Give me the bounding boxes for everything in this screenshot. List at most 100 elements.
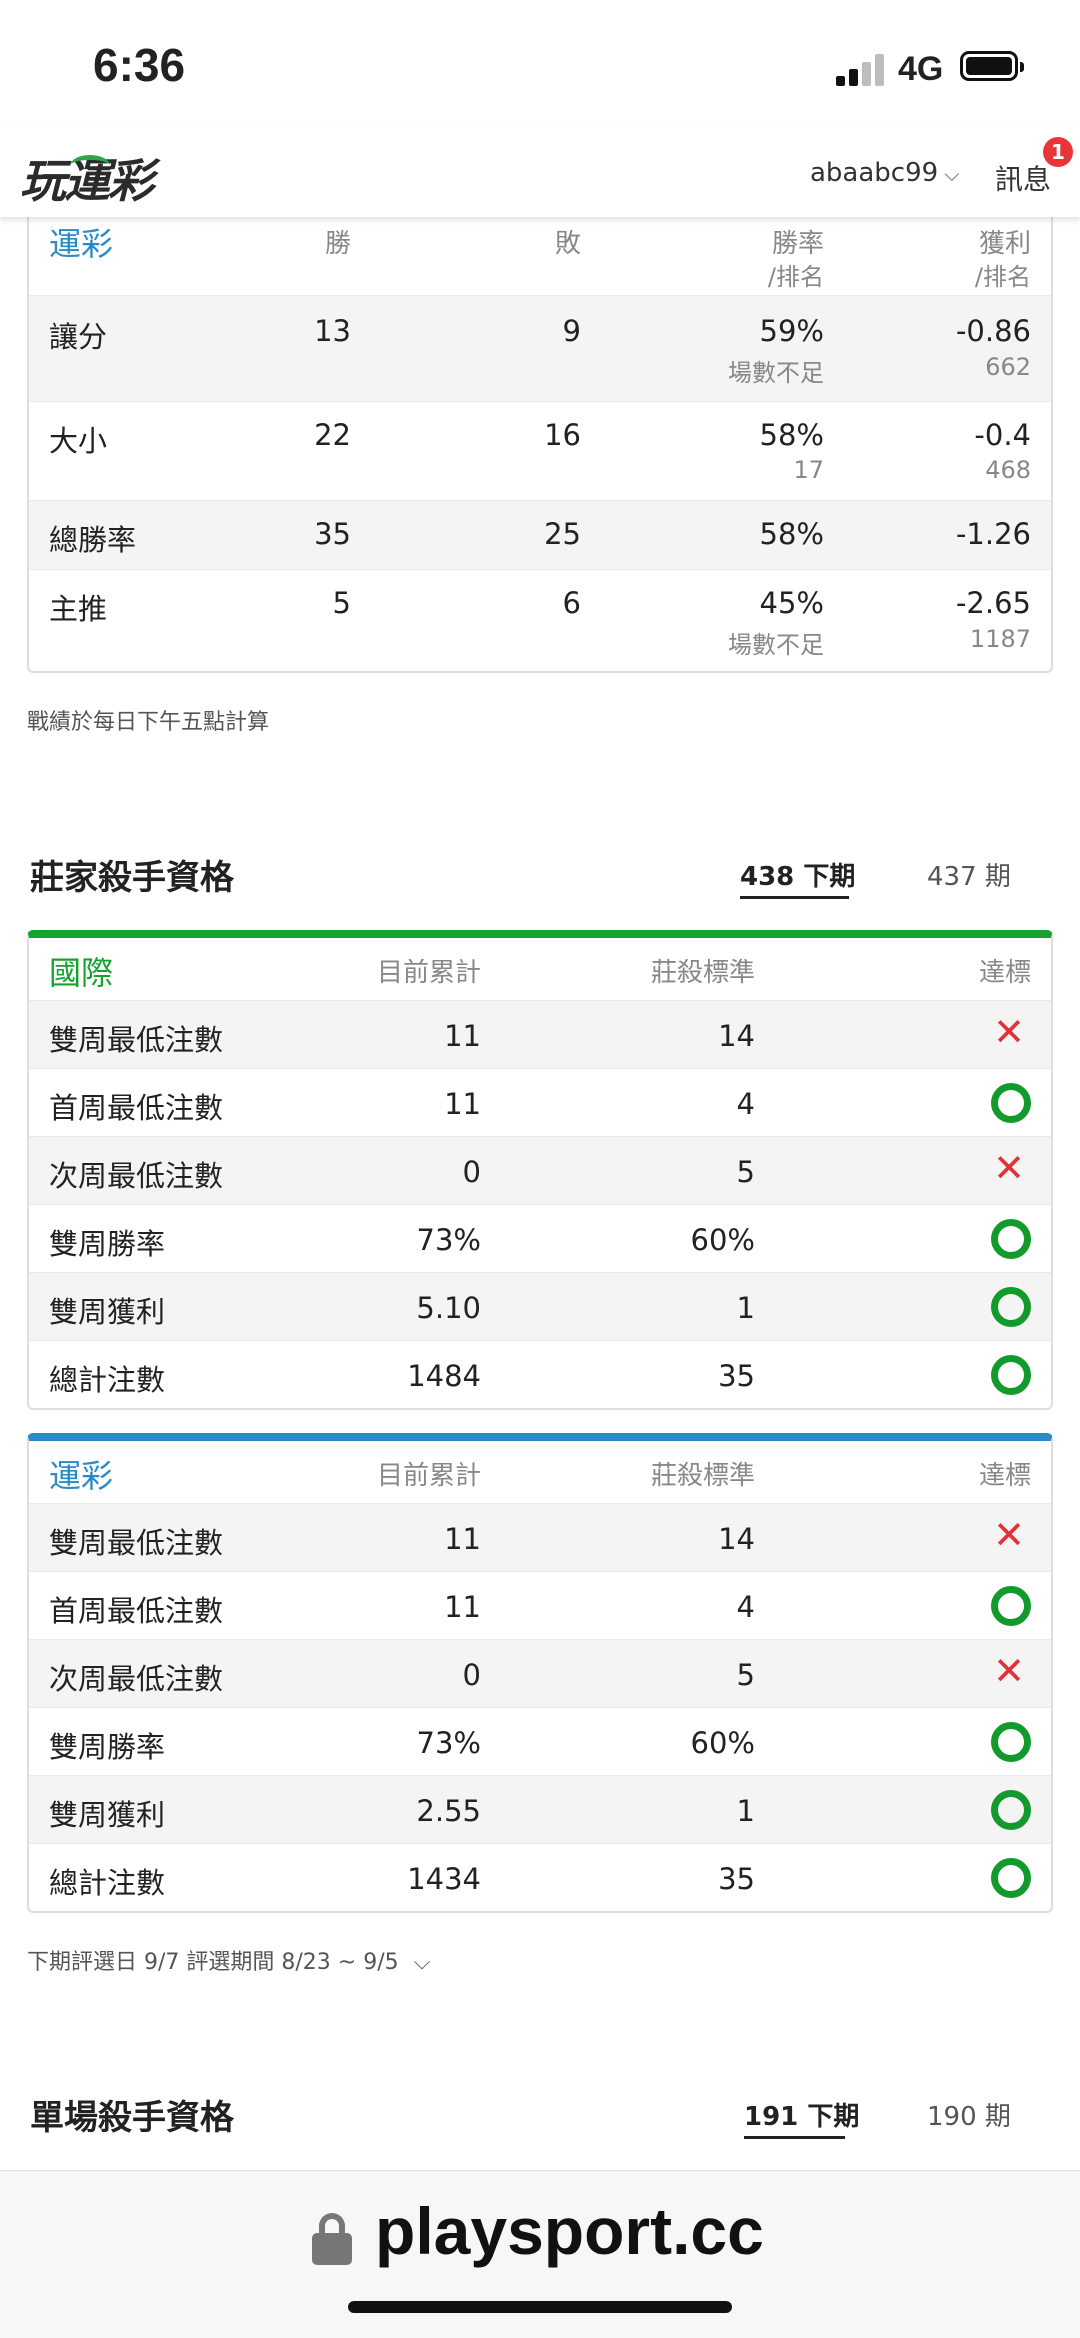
home-indicator[interactable] bbox=[348, 2301, 732, 2313]
current-value: 5.10 bbox=[416, 1291, 481, 1325]
row-label: 雙周勝率 bbox=[49, 1227, 166, 1261]
row-label: 次周最低注數 bbox=[49, 1159, 224, 1193]
fail-icon: ✕ bbox=[993, 1513, 1025, 1557]
pass-icon bbox=[991, 1355, 1031, 1402]
battery-icon bbox=[960, 51, 1024, 81]
table-row: 次周最低注數 0 5 ✕ bbox=[29, 1137, 1051, 1205]
user-menu[interactable]: abaabc99 ⌵ bbox=[810, 158, 959, 188]
banker-section-title: 莊家殺手資格 bbox=[30, 858, 234, 898]
url-text[interactable]: playsport.cc bbox=[375, 2193, 764, 2269]
standard-value: 4 bbox=[736, 1087, 755, 1121]
table-row: 首周最低注數 11 4 bbox=[29, 1069, 1051, 1137]
fail-icon: ✕ bbox=[993, 1649, 1025, 1693]
site-logo[interactable]: 玩運彩 bbox=[20, 145, 154, 208]
standard-value: 14 bbox=[718, 1522, 755, 1556]
table-row: 大小 22 16 58% 17 -0.4 468 bbox=[29, 402, 1051, 501]
row-label: 首周最低注數 bbox=[49, 1594, 224, 1628]
browser-url-bar[interactable]: playsport.cc bbox=[0, 2170, 1080, 2338]
standard-value: 60% bbox=[690, 1726, 755, 1760]
app-header: 玩運彩 abaabc99 ⌵ 訊息 1 bbox=[0, 125, 1080, 217]
table-row: 次周最低注數 0 5 ✕ bbox=[29, 1640, 1051, 1708]
win-value: 5 bbox=[332, 586, 351, 620]
standard-value: 35 bbox=[718, 1862, 755, 1896]
row-label: 主推 bbox=[49, 592, 108, 626]
qualify-table-header: 運彩 目前累計 莊殺標準 達標 bbox=[29, 1441, 1051, 1504]
table-row: 首周最低注數 11 4 bbox=[29, 1572, 1051, 1640]
profit-value: -1.26 bbox=[955, 517, 1031, 551]
lose-value: 25 bbox=[544, 517, 581, 551]
status-time: 6:36 bbox=[93, 39, 186, 91]
rate-value: 58% bbox=[759, 517, 824, 551]
table-row: 雙周獲利 2.55 1 bbox=[29, 1776, 1051, 1844]
row-label: 雙周最低注數 bbox=[49, 1526, 224, 1560]
row-label: 雙周獲利 bbox=[49, 1295, 166, 1329]
fail-icon: ✕ bbox=[993, 1010, 1025, 1054]
col-current: 目前累計 bbox=[376, 1461, 481, 1491]
single-section-title: 單場殺手資格 bbox=[30, 2098, 234, 2138]
current-value: 73% bbox=[416, 1223, 481, 1257]
status-bar: 6:36 4G bbox=[0, 0, 1080, 125]
col-standard: 莊殺標準 bbox=[650, 1461, 755, 1491]
row-label: 總勝率 bbox=[49, 523, 137, 557]
selection-period-toggle[interactable]: 下期評選日 9/7 評選期間 8/23 ~ 9/5 ⌵ bbox=[27, 1944, 430, 1976]
signal-icon bbox=[836, 52, 888, 86]
standard-value: 5 bbox=[736, 1658, 755, 1692]
profit-value: -2.65 bbox=[955, 586, 1031, 620]
messages-link[interactable]: 訊息 bbox=[995, 158, 1051, 198]
col-current: 目前累計 bbox=[376, 958, 481, 988]
pass-icon bbox=[991, 1083, 1031, 1130]
messages-badge: 1 bbox=[1043, 137, 1073, 167]
table-row: 總勝率 35 25 58% -1.26 bbox=[29, 501, 1051, 570]
row-label: 雙周勝率 bbox=[49, 1730, 166, 1764]
qualify-table-title: 運彩 bbox=[49, 1457, 114, 1495]
qualify-table-intl: 國際 目前累計 莊殺標準 達標 雙周最低注數 11 14 ✕ 首周最低注數 11… bbox=[27, 930, 1053, 1410]
pass-icon bbox=[991, 1219, 1031, 1266]
pass-icon bbox=[991, 1586, 1031, 1633]
table-row: 雙周勝率 73% 60% bbox=[29, 1205, 1051, 1273]
col-win: 勝 bbox=[325, 229, 352, 259]
standard-value: 5 bbox=[736, 1155, 755, 1189]
record-table-header: 運彩 勝 敗 勝率 /排名 獲利 /排名 bbox=[29, 205, 1051, 296]
active-tab-underline bbox=[744, 2136, 845, 2139]
row-label: 總計注數 bbox=[49, 1866, 166, 1900]
rate-rank: 17 bbox=[793, 456, 824, 484]
tab-single-next[interactable]: 191 下期 bbox=[744, 2096, 859, 2133]
current-value: 73% bbox=[416, 1726, 481, 1760]
row-label: 總計注數 bbox=[49, 1363, 166, 1397]
fail-icon: ✕ bbox=[993, 1146, 1025, 1190]
table-row: 讓分 13 9 59% 場數不足 -0.86 662 bbox=[29, 296, 1051, 402]
col-rate-rank: /排名 bbox=[767, 263, 824, 291]
selection-period-note: 下期評選日 9/7 評選期間 8/23 ~ 9/5 bbox=[27, 1950, 399, 1975]
col-rate: 勝率 bbox=[771, 229, 824, 259]
rate-rank: 場數不足 bbox=[728, 359, 824, 387]
chevron-down-icon: ⌵ bbox=[413, 1950, 431, 1975]
row-label: 雙周最低注數 bbox=[49, 1023, 224, 1057]
table-row: 雙周勝率 73% 60% bbox=[29, 1708, 1051, 1776]
col-standard: 莊殺標準 bbox=[650, 958, 755, 988]
current-value: 1484 bbox=[407, 1359, 481, 1393]
table-row: 雙周最低注數 11 14 ✕ bbox=[29, 1001, 1051, 1069]
record-table-title: 運彩 bbox=[49, 225, 114, 263]
profit-rank: 468 bbox=[985, 456, 1031, 484]
win-value: 22 bbox=[314, 418, 351, 452]
rate-rank: 場數不足 bbox=[728, 631, 824, 659]
tab-single-current[interactable]: 190 期 bbox=[927, 2096, 1011, 2133]
standard-value: 14 bbox=[718, 1019, 755, 1053]
row-label: 大小 bbox=[49, 424, 108, 458]
col-lose: 敗 bbox=[555, 229, 582, 259]
profit-value: -0.4 bbox=[974, 418, 1031, 452]
lock-icon bbox=[312, 2213, 352, 2265]
row-label: 首周最低注數 bbox=[49, 1091, 224, 1125]
tab-period-current[interactable]: 437 期 bbox=[927, 856, 1011, 893]
current-value: 11 bbox=[444, 1522, 481, 1556]
win-value: 35 bbox=[314, 517, 351, 551]
standard-value: 4 bbox=[736, 1590, 755, 1624]
col-profit: 獲利 bbox=[978, 229, 1031, 259]
standard-value: 35 bbox=[718, 1359, 755, 1393]
lose-value: 9 bbox=[562, 314, 581, 348]
table-row: 雙周獲利 5.10 1 bbox=[29, 1273, 1051, 1341]
rate-value: 58% bbox=[759, 418, 824, 452]
tab-period-next[interactable]: 438 下期 bbox=[740, 856, 855, 893]
row-label: 次周最低注數 bbox=[49, 1662, 224, 1696]
pass-icon bbox=[991, 1722, 1031, 1769]
